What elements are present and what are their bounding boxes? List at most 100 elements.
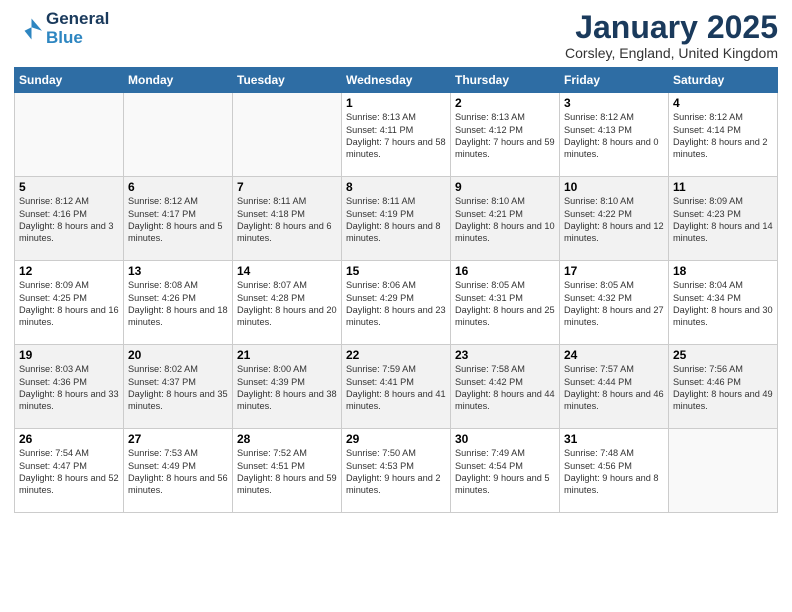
weekday-header: Wednesday — [342, 68, 451, 93]
weekday-header: Thursday — [451, 68, 560, 93]
calendar-cell: 11Sunrise: 8:09 AM Sunset: 4:23 PM Dayli… — [669, 177, 778, 261]
cell-content: Sunrise: 8:13 AM Sunset: 4:11 PM Dayligh… — [346, 111, 446, 161]
cell-content: Sunrise: 8:00 AM Sunset: 4:39 PM Dayligh… — [237, 363, 337, 413]
day-number: 5 — [19, 180, 119, 194]
calendar-week: 1Sunrise: 8:13 AM Sunset: 4:11 PM Daylig… — [15, 93, 778, 177]
day-number: 30 — [455, 432, 555, 446]
logo-text: General Blue — [46, 10, 109, 47]
day-number: 21 — [237, 348, 337, 362]
cell-content: Sunrise: 7:48 AM Sunset: 4:56 PM Dayligh… — [564, 447, 664, 497]
day-number: 14 — [237, 264, 337, 278]
calendar-cell: 6Sunrise: 8:12 AM Sunset: 4:17 PM Daylig… — [124, 177, 233, 261]
cell-content: Sunrise: 8:11 AM Sunset: 4:19 PM Dayligh… — [346, 195, 446, 245]
calendar-week: 5Sunrise: 8:12 AM Sunset: 4:16 PM Daylig… — [15, 177, 778, 261]
cell-content: Sunrise: 8:05 AM Sunset: 4:31 PM Dayligh… — [455, 279, 555, 329]
cell-content: Sunrise: 8:10 AM Sunset: 4:21 PM Dayligh… — [455, 195, 555, 245]
calendar-cell: 9Sunrise: 8:10 AM Sunset: 4:21 PM Daylig… — [451, 177, 560, 261]
cell-content: Sunrise: 8:07 AM Sunset: 4:28 PM Dayligh… — [237, 279, 337, 329]
weekday-header: Monday — [124, 68, 233, 93]
day-number: 19 — [19, 348, 119, 362]
calendar-cell: 22Sunrise: 7:59 AM Sunset: 4:41 PM Dayli… — [342, 345, 451, 429]
day-number: 3 — [564, 96, 664, 110]
calendar-cell: 25Sunrise: 7:56 AM Sunset: 4:46 PM Dayli… — [669, 345, 778, 429]
cell-content: Sunrise: 7:56 AM Sunset: 4:46 PM Dayligh… — [673, 363, 773, 413]
calendar-week: 19Sunrise: 8:03 AM Sunset: 4:36 PM Dayli… — [15, 345, 778, 429]
day-number: 11 — [673, 180, 773, 194]
calendar-cell: 10Sunrise: 8:10 AM Sunset: 4:22 PM Dayli… — [560, 177, 669, 261]
page-container: General Blue January 2025 Corsley, Engla… — [0, 0, 792, 519]
calendar-cell: 20Sunrise: 8:02 AM Sunset: 4:37 PM Dayli… — [124, 345, 233, 429]
calendar-cell: 14Sunrise: 8:07 AM Sunset: 4:28 PM Dayli… — [233, 261, 342, 345]
weekday-header: Sunday — [15, 68, 124, 93]
cell-content: Sunrise: 8:12 AM Sunset: 4:13 PM Dayligh… — [564, 111, 664, 161]
day-number: 27 — [128, 432, 228, 446]
calendar-header: SundayMondayTuesdayWednesdayThursdayFrid… — [15, 68, 778, 93]
day-number: 26 — [19, 432, 119, 446]
cell-content: Sunrise: 7:57 AM Sunset: 4:44 PM Dayligh… — [564, 363, 664, 413]
day-number: 8 — [346, 180, 446, 194]
calendar-cell: 16Sunrise: 8:05 AM Sunset: 4:31 PM Dayli… — [451, 261, 560, 345]
day-number: 6 — [128, 180, 228, 194]
calendar-cell: 24Sunrise: 7:57 AM Sunset: 4:44 PM Dayli… — [560, 345, 669, 429]
calendar-cell: 3Sunrise: 8:12 AM Sunset: 4:13 PM Daylig… — [560, 93, 669, 177]
calendar-cell: 18Sunrise: 8:04 AM Sunset: 4:34 PM Dayli… — [669, 261, 778, 345]
calendar-cell: 19Sunrise: 8:03 AM Sunset: 4:36 PM Dayli… — [15, 345, 124, 429]
day-number: 28 — [237, 432, 337, 446]
day-number: 12 — [19, 264, 119, 278]
calendar-week: 26Sunrise: 7:54 AM Sunset: 4:47 PM Dayli… — [15, 429, 778, 513]
cell-content: Sunrise: 7:53 AM Sunset: 4:49 PM Dayligh… — [128, 447, 228, 497]
calendar-week: 12Sunrise: 8:09 AM Sunset: 4:25 PM Dayli… — [15, 261, 778, 345]
calendar-cell: 29Sunrise: 7:50 AM Sunset: 4:53 PM Dayli… — [342, 429, 451, 513]
day-number: 9 — [455, 180, 555, 194]
day-number: 10 — [564, 180, 664, 194]
cell-content: Sunrise: 7:59 AM Sunset: 4:41 PM Dayligh… — [346, 363, 446, 413]
day-number: 7 — [237, 180, 337, 194]
cell-content: Sunrise: 8:02 AM Sunset: 4:37 PM Dayligh… — [128, 363, 228, 413]
day-number: 22 — [346, 348, 446, 362]
logo: General Blue — [14, 10, 109, 47]
month-title: January 2025 — [565, 10, 778, 45]
calendar-cell: 5Sunrise: 8:12 AM Sunset: 4:16 PM Daylig… — [15, 177, 124, 261]
calendar-cell: 1Sunrise: 8:13 AM Sunset: 4:11 PM Daylig… — [342, 93, 451, 177]
cell-content: Sunrise: 8:10 AM Sunset: 4:22 PM Dayligh… — [564, 195, 664, 245]
day-number: 20 — [128, 348, 228, 362]
calendar-cell: 7Sunrise: 8:11 AM Sunset: 4:18 PM Daylig… — [233, 177, 342, 261]
calendar-body: 1Sunrise: 8:13 AM Sunset: 4:11 PM Daylig… — [15, 93, 778, 513]
weekday-header: Saturday — [669, 68, 778, 93]
calendar-cell — [15, 93, 124, 177]
cell-content: Sunrise: 8:12 AM Sunset: 4:17 PM Dayligh… — [128, 195, 228, 245]
calendar-cell: 21Sunrise: 8:00 AM Sunset: 4:39 PM Dayli… — [233, 345, 342, 429]
calendar-cell: 28Sunrise: 7:52 AM Sunset: 4:51 PM Dayli… — [233, 429, 342, 513]
calendar-cell: 31Sunrise: 7:48 AM Sunset: 4:56 PM Dayli… — [560, 429, 669, 513]
cell-content: Sunrise: 8:04 AM Sunset: 4:34 PM Dayligh… — [673, 279, 773, 329]
calendar-cell: 27Sunrise: 7:53 AM Sunset: 4:49 PM Dayli… — [124, 429, 233, 513]
title-block: January 2025 Corsley, England, United Ki… — [565, 10, 778, 61]
day-number: 1 — [346, 96, 446, 110]
cell-content: Sunrise: 8:13 AM Sunset: 4:12 PM Dayligh… — [455, 111, 555, 161]
location: Corsley, England, United Kingdom — [565, 45, 778, 61]
day-number: 24 — [564, 348, 664, 362]
calendar-table: SundayMondayTuesdayWednesdayThursdayFrid… — [14, 67, 778, 513]
cell-content: Sunrise: 8:06 AM Sunset: 4:29 PM Dayligh… — [346, 279, 446, 329]
calendar-cell — [124, 93, 233, 177]
day-number: 18 — [673, 264, 773, 278]
day-number: 13 — [128, 264, 228, 278]
cell-content: Sunrise: 8:09 AM Sunset: 4:23 PM Dayligh… — [673, 195, 773, 245]
day-number: 29 — [346, 432, 446, 446]
calendar-cell: 2Sunrise: 8:13 AM Sunset: 4:12 PM Daylig… — [451, 93, 560, 177]
cell-content: Sunrise: 8:05 AM Sunset: 4:32 PM Dayligh… — [564, 279, 664, 329]
weekday-header: Tuesday — [233, 68, 342, 93]
calendar-cell: 26Sunrise: 7:54 AM Sunset: 4:47 PM Dayli… — [15, 429, 124, 513]
day-number: 25 — [673, 348, 773, 362]
cell-content: Sunrise: 8:08 AM Sunset: 4:26 PM Dayligh… — [128, 279, 228, 329]
cell-content: Sunrise: 7:52 AM Sunset: 4:51 PM Dayligh… — [237, 447, 337, 497]
header: General Blue January 2025 Corsley, Engla… — [14, 10, 778, 61]
cell-content: Sunrise: 7:50 AM Sunset: 4:53 PM Dayligh… — [346, 447, 446, 497]
weekday-header: Friday — [560, 68, 669, 93]
calendar-cell: 15Sunrise: 8:06 AM Sunset: 4:29 PM Dayli… — [342, 261, 451, 345]
calendar-cell: 4Sunrise: 8:12 AM Sunset: 4:14 PM Daylig… — [669, 93, 778, 177]
calendar-cell: 23Sunrise: 7:58 AM Sunset: 4:42 PM Dayli… — [451, 345, 560, 429]
calendar-cell: 12Sunrise: 8:09 AM Sunset: 4:25 PM Dayli… — [15, 261, 124, 345]
day-number: 4 — [673, 96, 773, 110]
day-number: 23 — [455, 348, 555, 362]
